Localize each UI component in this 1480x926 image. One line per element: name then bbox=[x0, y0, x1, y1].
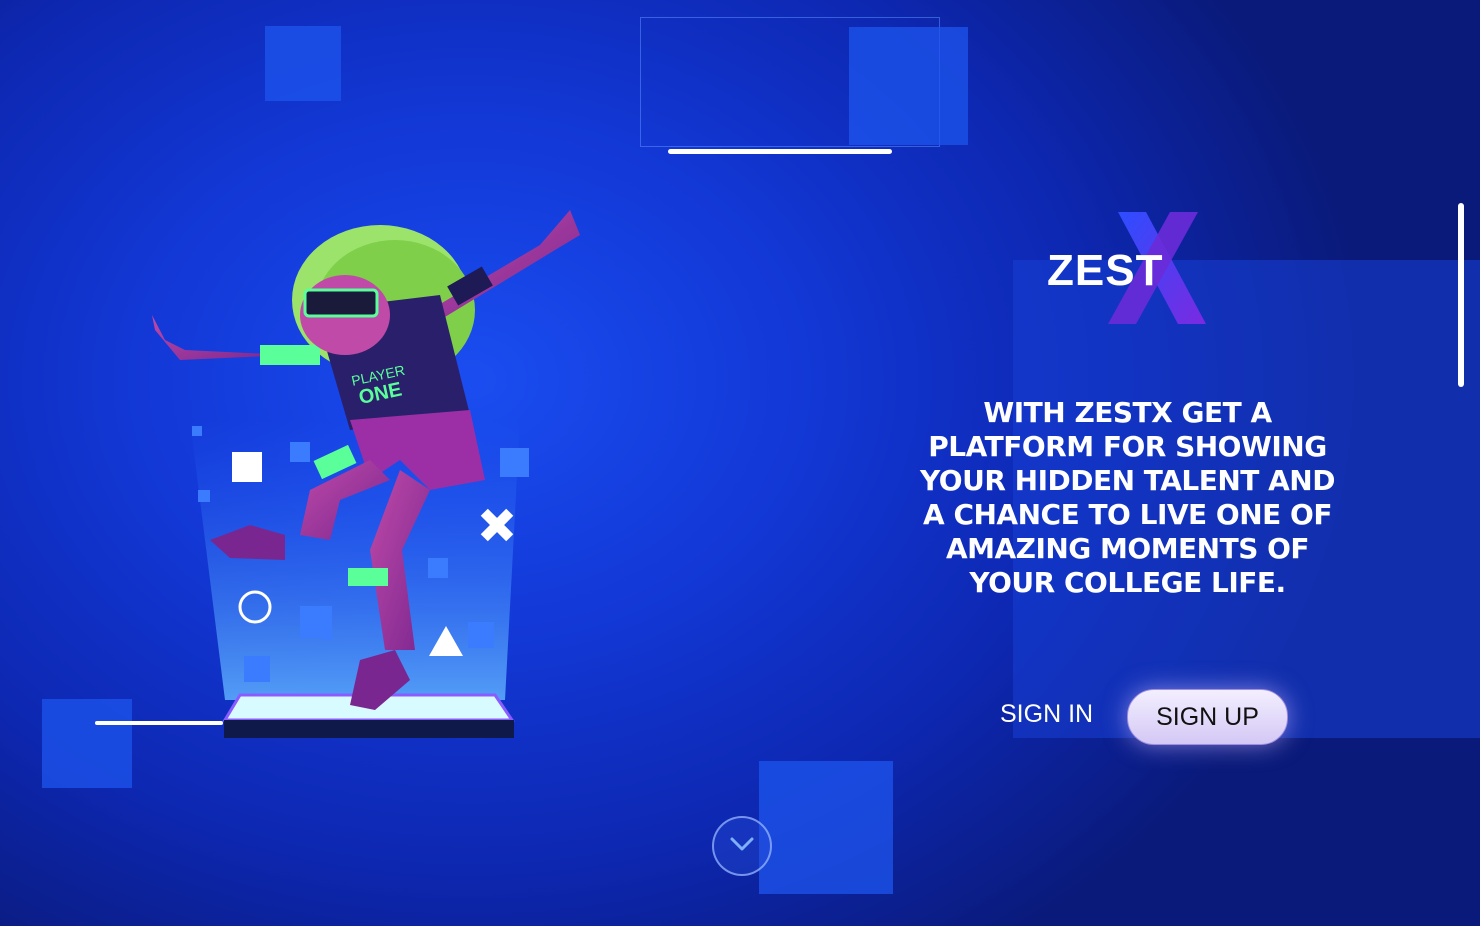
sign-in-link[interactable]: SIGN IN bbox=[1000, 700, 1093, 729]
hero-illustration: PLAYER ONE bbox=[140, 190, 590, 760]
bg-square-bottom-left bbox=[42, 699, 132, 788]
bg-square-bottom-center bbox=[759, 761, 893, 894]
hero-tagline: WITH ZESTX GET A PLATFORM FOR SHOWING YO… bbox=[920, 396, 1335, 599]
scrollbar[interactable] bbox=[1458, 203, 1464, 387]
bg-line-top bbox=[668, 149, 892, 154]
chevron-down-icon bbox=[729, 836, 755, 857]
scroll-down-button[interactable] bbox=[712, 816, 772, 876]
bg-square-top-left bbox=[265, 26, 341, 101]
logo-text: ZEST bbox=[1047, 246, 1164, 295]
zestx-logo: ZEST bbox=[1040, 200, 1240, 330]
sign-up-button[interactable]: SIGN UP bbox=[1127, 689, 1288, 745]
bg-square-top-right bbox=[849, 27, 968, 145]
